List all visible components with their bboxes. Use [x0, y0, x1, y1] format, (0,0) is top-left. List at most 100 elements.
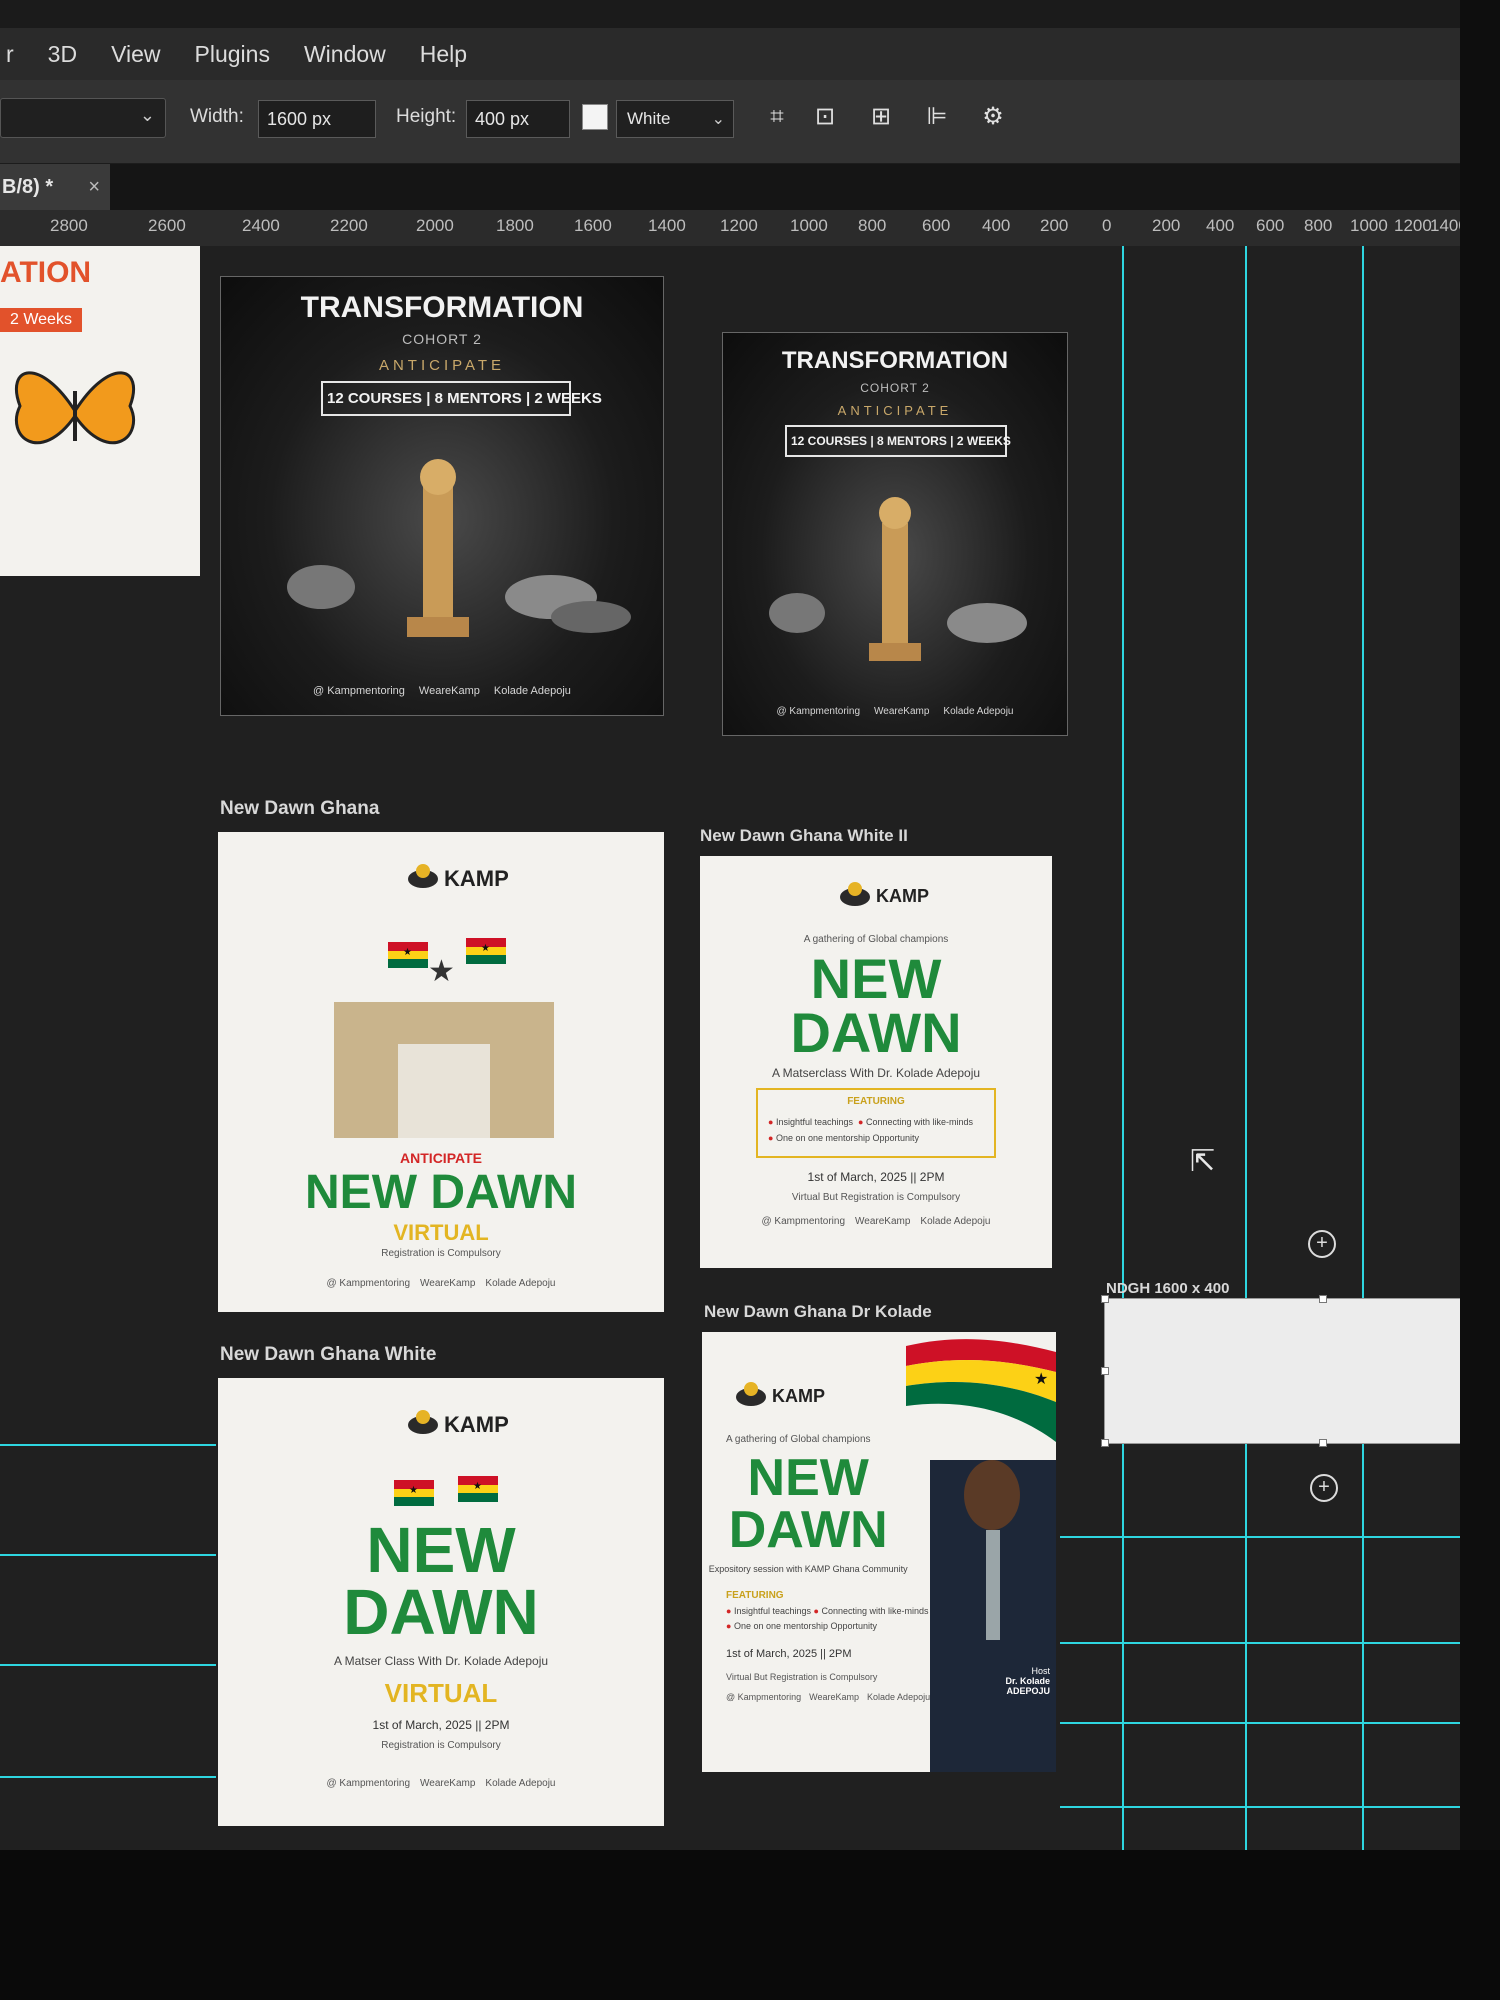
kamp-logo: KAMP	[408, 1410, 509, 1438]
social-facebook: WeareKamp	[418, 685, 480, 697]
social-linkedin: Kolade Adepoju	[920, 1216, 991, 1227]
horizontal-guide[interactable]	[0, 1554, 216, 1556]
transformation-anticipate: ANTICIPATE	[837, 403, 953, 418]
ghana-flag-ribbon: ★	[906, 1339, 1056, 1442]
social-facebook: WeareKamp	[809, 1692, 860, 1702]
horizontal-ruler[interactable]: 2800 2600 2400 2200 2000 1800 1600 1400 …	[0, 210, 1460, 247]
document-tab[interactable]: B/8) * ×	[0, 164, 110, 210]
featuring-bullet: One on one mentorship Opportunity	[775, 1133, 920, 1143]
color-swatch[interactable]	[582, 104, 608, 130]
height-input[interactable]	[466, 100, 570, 138]
move-artboard-cursor: ⇱	[1190, 1145, 1216, 1178]
horizontal-guide[interactable]	[1060, 1806, 1460, 1808]
new-dawn-presents: A gathering of Global champions	[803, 934, 949, 945]
artboard-new-dawn-ghana[interactable]: KAMP ★ ANTICIPATE NEW DAWN VIRTUAL Regis…	[218, 832, 664, 1312]
artboard-label[interactable]: New Dawn Ghana White II	[700, 826, 908, 846]
ruler-tick-label: 1400	[1430, 216, 1460, 235]
background-color-select[interactable]: White ⌄	[616, 100, 734, 138]
new-dawn-social-row: @ Kampmentoring WeareKamp Kolade Adepoju	[218, 1278, 664, 1289]
artboard-label[interactable]: NDGH 1600 x 400	[1106, 1280, 1229, 1297]
resize-handle[interactable]	[1101, 1295, 1109, 1303]
artboard-partial[interactable]: ATION 2 Weeks	[0, 246, 200, 576]
resize-handle[interactable]	[1319, 1439, 1327, 1447]
featuring-title: FEATURING	[726, 1590, 784, 1601]
new-dawn-title-line-2: DAWN	[343, 1576, 539, 1648]
ghana-flag-icon	[388, 942, 428, 969]
menu-item-partial[interactable]: r	[6, 41, 14, 68]
kamp-logo-icon	[408, 1410, 438, 1434]
horizontal-guide[interactable]	[1060, 1642, 1460, 1644]
plus-circle-icon[interactable]: +	[1310, 1474, 1338, 1502]
menu-item-help[interactable]: Help	[420, 41, 467, 68]
horizontal-guide[interactable]	[0, 1444, 216, 1446]
align-icon[interactable]: ⊫	[920, 100, 954, 134]
featuring-bullet: One on one mentorship Opportunity	[733, 1621, 878, 1631]
add-artboard-icon[interactable]: ⊞	[864, 100, 898, 134]
artboard-preset-select[interactable]: ⌄	[0, 98, 166, 138]
new-dawn-subtitle: Expository session with KAMP Ghana Commu…	[708, 1564, 908, 1574]
new-dawn-date: 1st of March, 2025 || 2PM	[372, 1718, 510, 1732]
resize-handle[interactable]	[1319, 1295, 1327, 1303]
kamp-logo-text: KAMP	[772, 1386, 825, 1406]
ruler-tick-label: 1400	[648, 216, 686, 235]
trim-artboard-icon[interactable]: ⊡	[808, 100, 842, 134]
artboard-label[interactable]: New Dawn Ghana White	[220, 1344, 436, 1366]
gear-icon[interactable]: ⚙	[976, 100, 1010, 134]
new-dawn-social-row: @ Kampmentoring WeareKamp Kolade Adepoju	[700, 1216, 1052, 1227]
crop-artboard-icon[interactable]: ⌗	[760, 100, 794, 134]
ruler-tick-label: 2000	[416, 216, 454, 235]
ruler-tick-label: 400	[982, 216, 1011, 235]
ruler-tick-label: 1000	[790, 216, 828, 235]
featuring-bullet: Insightful teachings	[775, 1117, 854, 1127]
chess-pieces-image	[769, 497, 1027, 661]
transformation-details-box: 12 COURSES | 8 MENTORS | 2 WEEKS	[785, 425, 1011, 457]
new-dawn-subtitle: A Matser Class With Dr. Kolade Adepoju	[333, 1654, 549, 1668]
vertical-guide[interactable]	[1362, 246, 1364, 1850]
artboard-transformation-1[interactable]: TRANSFORMATION COHORT 2 ANTICIPATE 12 CO…	[220, 276, 664, 716]
horizontal-guide[interactable]	[1060, 1536, 1460, 1538]
kamp-logo-icon	[408, 864, 438, 888]
horizontal-guide[interactable]	[0, 1664, 216, 1666]
artboard-ndgh[interactable]	[1101, 1295, 1460, 1447]
new-dawn-title-line-2: DAWN	[728, 1501, 888, 1559]
transformation-social-row: @ Kampmentoring WeareKamp Kolade Adepoju	[221, 685, 663, 697]
document-canvas[interactable]: ATION 2 Weeks TRANSFORMATION COHORT 2 AN…	[0, 246, 1460, 1850]
artboard-new-dawn-dr-kolade[interactable]: ★ KAMP A gathering of Global champions N…	[702, 1332, 1056, 1772]
menu-bar: r 3D View Plugins Window Help	[0, 28, 1460, 80]
vertical-guide[interactable]	[1122, 246, 1124, 1850]
menu-item-window[interactable]: Window	[304, 41, 386, 68]
vertical-guide[interactable]	[1245, 246, 1247, 1850]
menu-item-view[interactable]: View	[111, 41, 160, 68]
width-input[interactable]	[258, 100, 376, 138]
svg-text:★: ★	[1034, 1371, 1048, 1388]
ruler-tick-label: 800	[1304, 216, 1333, 235]
horizontal-guide[interactable]	[0, 1776, 216, 1778]
social-instagram: @ Kampmentoring	[326, 1778, 411, 1789]
ghana-flag-icon	[466, 938, 506, 965]
menu-item-3d[interactable]: 3D	[48, 41, 77, 68]
resize-handle[interactable]	[1101, 1439, 1109, 1447]
kamp-logo-icon	[840, 881, 870, 906]
social-instagram: @ Kampmentoring	[726, 1692, 802, 1702]
horizontal-guide[interactable]	[1060, 1722, 1460, 1724]
artboard-transformation-2[interactable]: TRANSFORMATION COHORT 2 ANTICIPATE 12 CO…	[722, 332, 1068, 736]
arch-opening	[398, 1044, 490, 1138]
monitor-bezel-bottom	[0, 1850, 1500, 2000]
plus-circle-icon[interactable]: +	[1308, 1230, 1336, 1258]
height-label: Height:	[396, 106, 457, 127]
artboard-new-dawn-white-ii[interactable]: KAMP A gathering of Global champions NEW…	[700, 856, 1052, 1268]
artboard-label[interactable]: New Dawn Ghana	[220, 798, 379, 820]
featuring-bullet: Insightful teachings	[733, 1606, 812, 1616]
artboard-label[interactable]: New Dawn Ghana Dr Kolade	[704, 1302, 932, 1322]
close-icon[interactable]: ×	[88, 164, 100, 210]
social-facebook: WeareKamp	[420, 1278, 476, 1289]
kamp-logo-text: KAMP	[444, 866, 509, 891]
transformation-anticipate: ANTICIPATE	[378, 357, 506, 374]
featuring-bullets: ● Insightful teachings ● Connecting with…	[726, 1606, 929, 1631]
social-linkedin: Kolade Adepoju	[867, 1692, 931, 1702]
resize-handle[interactable]	[1101, 1367, 1109, 1375]
menu-item-plugins[interactable]: Plugins	[195, 41, 270, 68]
kamp-logo: KAMP	[408, 864, 509, 892]
ruler-tick-label: 600	[1256, 216, 1285, 235]
artboard-new-dawn-white[interactable]: KAMP NEW DAWN A Matser Class With Dr. Ko…	[218, 1378, 664, 1826]
